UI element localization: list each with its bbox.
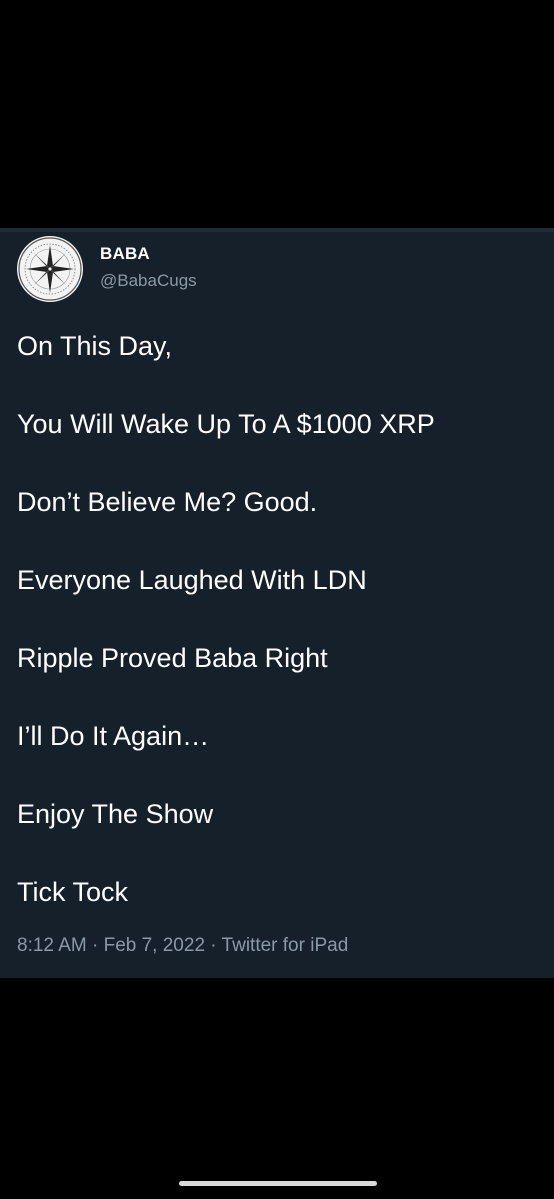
avatar[interactable] — [17, 236, 83, 302]
tweet-timestamp-source[interactable]: 8:12 AM · Feb 7, 2022 · Twitter for iPad — [17, 935, 348, 957]
tweet-line: Ripple Proved Baba Right — [17, 643, 328, 673]
author-block: BABA @BabaCugs — [100, 244, 197, 292]
screenshot-screen: BABA @BabaCugs On This Day, You Will Wak… — [0, 0, 554, 1199]
cropped-previous-content — [0, 228, 554, 232]
compass-rose-icon — [18, 237, 82, 301]
home-indicator[interactable] — [179, 1181, 377, 1186]
user-handle[interactable]: @BabaCugs — [100, 270, 197, 292]
tweet-card[interactable]: BABA @BabaCugs On This Day, You Will Wak… — [0, 228, 554, 978]
tweet-line: Enjoy The Show — [17, 799, 214, 829]
tweet-text: On This Day, You Will Wake Up To A $1000… — [17, 324, 542, 948]
tweet-line: Don’t Believe Me? Good. — [17, 487, 318, 517]
display-name[interactable]: BABA — [100, 244, 197, 264]
tweet-line: On This Day, — [17, 331, 173, 361]
tweet-line: Everyone Laughed With LDN — [17, 565, 367, 595]
tweet-line: You Will Wake Up To A $1000 XRP — [17, 409, 435, 439]
tweet-line: I’ll Do It Again… — [17, 721, 210, 751]
